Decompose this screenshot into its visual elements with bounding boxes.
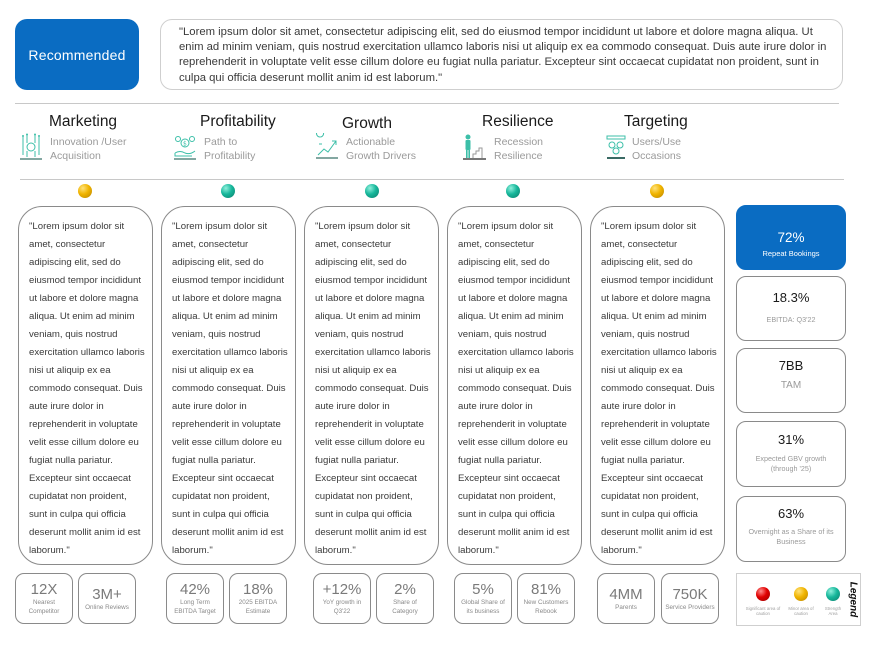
card-targeting: "Lorem ipsum dolor sit amet, consectetur… [590,206,725,565]
status-dot-targeting [650,184,664,198]
innovation-icon [20,133,42,160]
kpi-ebitda-q3: 18.3% EBITDA: Q3'22 [736,276,846,341]
kpi-value: 63% [777,506,805,521]
kpi-label: TAM [780,380,802,391]
kpi-label: Repeat Bookings [762,249,820,258]
kpi-global-share: 5% Global Share of its business [454,573,512,624]
kpi-label: Global Share of its business [461,599,505,615]
kpi-label: YoY growth in Q3'22 [322,599,362,615]
kpi-label: Online Reviews [85,604,129,611]
kpi-gbv-growth: 31% Expected GBV growth (through '25) [736,421,846,487]
divider-top [15,103,839,104]
kpi-customers-rebook: 81% New Customers Rebook [517,573,575,624]
category-header-targeting: Targeting Users/Use Occasions [604,113,764,169]
kpi-value: 750K [672,586,708,603]
legend-title: Legend [847,581,859,618]
summary-quote: "Lorem ipsum dolor sit amet, consectetur… [160,19,843,90]
kpi-value: 31% [777,432,805,447]
kpi-label: 2025 EBITDA Estimate [238,599,278,615]
category-subtitle: Users/Use Occasions [632,136,682,162]
kpi-online-reviews: 3M+ Online Reviews [78,573,136,624]
kpi-service-providers: 750K Service Providers [661,573,719,624]
category-header-marketing: Marketing Innovation /User Acquisition [18,113,178,169]
legend-teal-dot [826,587,840,601]
category-header-growth: Growth Actionable Growth Drivers [314,113,474,169]
category-title: Profitability [200,113,276,130]
kpi-label: Expected GBV growth (through '25) [755,454,827,473]
category-title: Targeting [624,113,688,130]
growth-idea-icon [316,133,338,159]
kpi-2025-ebitda: 18% 2025 EBITDA Estimate [229,573,287,624]
divider-middle [20,179,844,180]
status-dot-growth [365,184,379,198]
kpi-value: 4MM [609,586,643,603]
kpi-value: 18.3% [772,290,810,305]
target-audience-icon [606,135,626,159]
legend-label: Significant area of caution [745,606,781,616]
kpi-value: 12X [30,581,58,598]
card-resilience: "Lorem ipsum dolor sit amet, consectetur… [447,206,582,565]
kpi-label: Nearest Competitor [28,599,60,615]
legend: Significant area of caution Minor area o… [736,573,861,626]
category-title: Growth [342,115,392,132]
category-subtitle: Actionable Growth Drivers [346,136,417,162]
kpi-label: EBITDA: Q3'22 [766,315,816,324]
kpi-tam: 7BB TAM [736,348,846,413]
person-stairs-icon [463,134,486,160]
card-growth: "Lorem ipsum dolor sit amet, consectetur… [304,206,439,565]
kpi-value: 3M+ [92,586,122,603]
kpi-nearest-competitor: 12X Nearest Competitor [15,573,73,624]
category-subtitle: Recession Resilience [494,136,544,162]
category-subtitle: Path to Profitability [204,136,256,162]
kpi-repeat-bookings: 72% Repeat Bookings [736,205,846,270]
kpi-value: 5% [472,581,494,598]
card-profitability: "Lorem ipsum dolor sit amet, consectetur… [161,206,296,565]
legend-red-dot [756,587,770,601]
kpi-value: 42% [179,581,211,598]
status-dot-resilience [506,184,520,198]
money-hand-icon: $ [174,136,196,160]
recommended-label: Recommended [28,46,126,63]
kpi-value: 7BB [778,358,804,373]
category-title: Resilience [482,113,554,130]
kpi-share-of-category: 2% Share of Category [376,573,434,624]
kpi-yoy-growth: +12% YoY growth in Q3'22 [313,573,371,624]
kpi-long-term-ebitda: 42% Long Term EBITDA Target [166,573,224,624]
kpi-value: 2% [394,581,416,598]
category-subtitle: Innovation /User Acquisition [50,136,127,162]
recommended-badge: Recommended [15,19,139,90]
category-title: Marketing [49,113,118,130]
kpi-label: Overnight as a Share of its Business [748,527,834,546]
category-header-profitability: Profitability $ Path to Profitability [172,113,332,169]
kpi-value: 18% [242,581,274,598]
kpi-parents: 4MM Parents [597,573,655,624]
kpi-label: Share of Category [392,599,418,615]
status-dot-marketing [78,184,92,198]
kpi-value: 72% [777,230,805,245]
kpi-label: Service Providers [665,604,715,611]
svg-text:$: $ [183,141,187,148]
category-header-resilience: Resilience Recession Resilience [462,113,622,169]
kpi-label: New Customers Rebook [523,599,569,615]
legend-item-caution: Significant area of caution [743,587,783,616]
kpi-label: Long Term EBITDA Target [174,599,216,615]
kpi-value: +12% [322,581,362,598]
legend-yellow-dot [794,587,808,601]
status-dot-profitability [221,184,235,198]
kpi-overnight-share: 63% Overnight as a Share of its Business [736,496,846,562]
kpi-label: Parents [615,604,637,611]
kpi-value: 81% [530,581,562,598]
card-marketing: "Lorem ipsum dolor sit amet, consectetur… [18,206,153,565]
